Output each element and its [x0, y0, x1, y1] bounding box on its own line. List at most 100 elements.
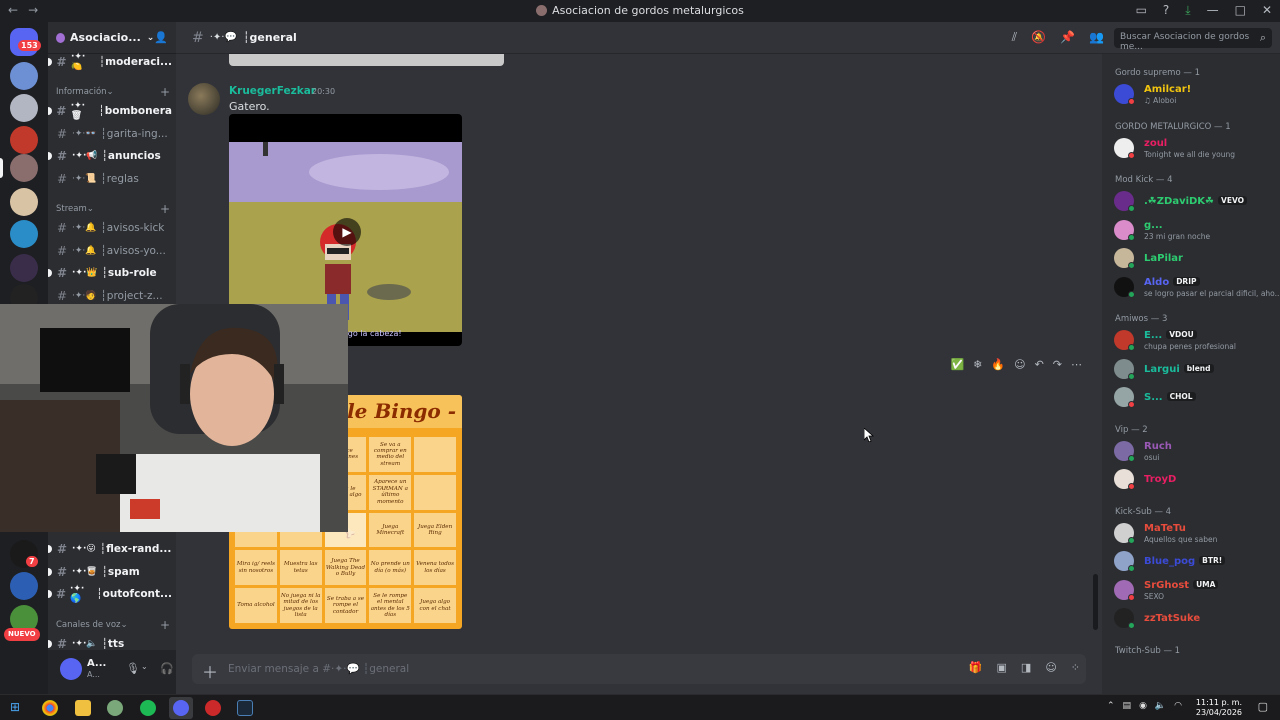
avatar[interactable]: [60, 658, 82, 680]
channel-category[interactable]: Stream ⌄ +: [56, 201, 170, 217]
taskbar-clock[interactable]: 11:11 p. m. 23/04/2026: [1196, 698, 1242, 718]
channel-category[interactable]: Información ⌄ +: [56, 84, 170, 100]
server-icon[interactable]: [10, 62, 38, 90]
wifi-icon[interactable]: ◠: [1174, 701, 1182, 711]
channel-item[interactable]: # ·✦·🗑 ┆bombonera: [48, 101, 172, 121]
file-explorer-icon[interactable]: [75, 700, 91, 716]
check-reaction-icon[interactable]: ✅: [950, 358, 964, 371]
vpn-icon[interactable]: ◉: [1139, 701, 1147, 711]
notifications-icon[interactable]: ▢: [1258, 700, 1268, 713]
maximize-icon[interactable]: □: [1235, 3, 1246, 18]
search-input[interactable]: Buscar Asociacion de gordos me... ⌕: [1114, 28, 1272, 52]
steam-icon[interactable]: [237, 700, 253, 716]
channel-item[interactable]: # ·✦·🥃 ┆spam: [48, 562, 172, 582]
channel-item[interactable]: # ·✦·🔔 ┆avisos-kick: [54, 218, 172, 238]
member-item[interactable]: zoul Tonight we all die young: [1110, 135, 1276, 161]
composer-toolbar: 🎁 ▣ ◨ ☺ ⁘: [969, 661, 1080, 674]
server-icon[interactable]: [10, 126, 38, 154]
member-name: .☘ZDaviDK☘ VEVO: [1144, 196, 1248, 207]
add-reaction-icon[interactable]: ☺: [1014, 358, 1025, 371]
channel-item[interactable]: # ·✦·🔔 ┆avisos-yo...: [54, 241, 172, 261]
reply-icon[interactable]: ↶: [1035, 358, 1044, 371]
pin-icon[interactable]: 📌: [1060, 30, 1075, 45]
channel-item[interactable]: # ·✦·🧑 ┆project-z...: [54, 286, 172, 306]
gift-icon[interactable]: 🎁: [969, 661, 983, 674]
member-item[interactable]: E... VDOU chupa penes profesional: [1110, 327, 1276, 353]
apps-icon[interactable]: ⁘: [1071, 661, 1080, 674]
spotify-icon[interactable]: [140, 700, 156, 716]
server-icon[interactable]: [10, 94, 38, 122]
member-item[interactable]: Blue_pog BTR!: [1110, 548, 1276, 574]
member-item[interactable]: TroyD: [1110, 466, 1276, 492]
member-item[interactable]: Aldo DRIP se logro pasar el parcial difici…: [1110, 274, 1280, 300]
close-icon[interactable]: ✕: [1262, 3, 1272, 18]
channel-item[interactable]: # ·✦·👑 ┆sub-role: [48, 263, 172, 283]
server-icon[interactable]: [10, 572, 38, 600]
minimize-icon[interactable]: —: [1207, 3, 1219, 18]
member-item[interactable]: .☘ZDaviDK☘ VEVO: [1110, 188, 1276, 214]
tray-chevron-icon[interactable]: ⌃: [1107, 701, 1115, 711]
emoji-icon[interactable]: ☺: [1045, 661, 1056, 674]
member-item[interactable]: S... CHOL: [1110, 384, 1276, 410]
channel-item[interactable]: # ·✦·📢 ┆anuncios: [48, 146, 172, 166]
sticker-icon[interactable]: ◨: [1021, 661, 1031, 674]
server-icon-selected[interactable]: [10, 154, 38, 182]
member-item[interactable]: zzTatSuke: [1110, 605, 1276, 631]
member-item[interactable]: LaPilar: [1110, 245, 1276, 271]
channel-item[interactable]: # ·✦·🌎 ┆outofcont...: [48, 584, 172, 604]
channel-item[interactable]: # ·✦·😛 ┆flex-rand...: [48, 539, 172, 559]
server-header[interactable]: Asociacio... ⌄ 👤: [48, 22, 176, 54]
snowflake-reaction-icon[interactable]: ❄: [973, 358, 982, 371]
channel-item[interactable]: # ·✦·👓 ┆garita-ing...: [54, 124, 172, 144]
member-item[interactable]: Ruch osui: [1110, 438, 1276, 464]
member-item[interactable]: Largui blend: [1110, 356, 1276, 382]
invite-icon[interactable]: 👤: [154, 31, 168, 44]
obs-icon[interactable]: [205, 700, 221, 716]
channel-label: ┆reglas: [100, 172, 139, 185]
fire-reaction-icon[interactable]: 🔥: [991, 358, 1005, 371]
server-icon[interactable]: [10, 188, 38, 216]
inbox-icon[interactable]: ▭: [1136, 3, 1147, 18]
message-author[interactable]: KruegerFezkar: [229, 85, 316, 97]
member-group-header: Amiwos — 3: [1115, 314, 1168, 324]
message-composer[interactable]: ＋ Enviar mensaje a #·✦·💬 ┆general 🎁 ▣ ◨ …: [192, 654, 1086, 684]
chevron-down-icon: ⌄: [146, 32, 155, 43]
help-icon[interactable]: ?: [1163, 3, 1169, 18]
download-icon[interactable]: ⤓: [1185, 3, 1190, 18]
channel-item[interactable]: # ·✦·📜 ┆reglas: [54, 169, 172, 189]
member-name-text: Blue_pog: [1144, 556, 1196, 567]
app-icon[interactable]: [107, 700, 123, 716]
discord-icon[interactable]: [173, 700, 189, 716]
members-icon[interactable]: 👥: [1089, 30, 1104, 45]
member-item[interactable]: g... 23 mi gran noche: [1110, 217, 1276, 243]
previous-image-attachment[interactable]: [229, 54, 504, 66]
more-options-icon[interactable]: ⋯: [1071, 358, 1082, 371]
play-icon[interactable]: ▶: [333, 218, 361, 246]
gif-icon[interactable]: ▣: [997, 661, 1007, 674]
member-item[interactable]: Amilcar! ♫ Aloboi: [1110, 81, 1276, 107]
chrome-icon[interactable]: [42, 700, 58, 716]
add-channel-icon[interactable]: +: [160, 618, 170, 632]
server-icon[interactable]: [10, 220, 38, 248]
mic-icon[interactable]: 🎙: [126, 662, 140, 675]
windows-start-icon[interactable]: ⊞: [10, 700, 20, 714]
forward-icon[interactable]: ↷: [1053, 358, 1062, 371]
server-icon[interactable]: [10, 254, 38, 282]
avatar[interactable]: [188, 83, 220, 115]
network-icon[interactable]: ▤: [1123, 701, 1132, 711]
channel-category[interactable]: Canales de voz ⌄ +: [56, 617, 170, 633]
add-channel-icon[interactable]: +: [160, 202, 170, 216]
add-channel-icon[interactable]: +: [160, 85, 170, 99]
headphones-icon[interactable]: 🎧: [160, 662, 174, 675]
member-item[interactable]: SrGhost UMA SEXO: [1110, 577, 1276, 603]
add-attachment-icon[interactable]: ＋: [202, 659, 218, 683]
channel-prefix: ·✦·🔈: [72, 639, 98, 649]
scrollbar[interactable]: [1093, 574, 1098, 630]
member-name-text: .☘ZDaviDK☘: [1144, 196, 1215, 207]
mute-bell-icon[interactable]: 🔕: [1031, 30, 1046, 45]
member-item[interactable]: MaTeTu Aquellos que saben: [1110, 520, 1276, 546]
volume-icon[interactable]: 🔈: [1155, 701, 1166, 711]
threads-icon[interactable]: ⫽: [1012, 30, 1017, 45]
channel-item[interactable]: # ·✦·🍋 ┆moderaci...: [48, 52, 172, 72]
chevron-down-icon[interactable]: ⌄: [141, 662, 148, 671]
